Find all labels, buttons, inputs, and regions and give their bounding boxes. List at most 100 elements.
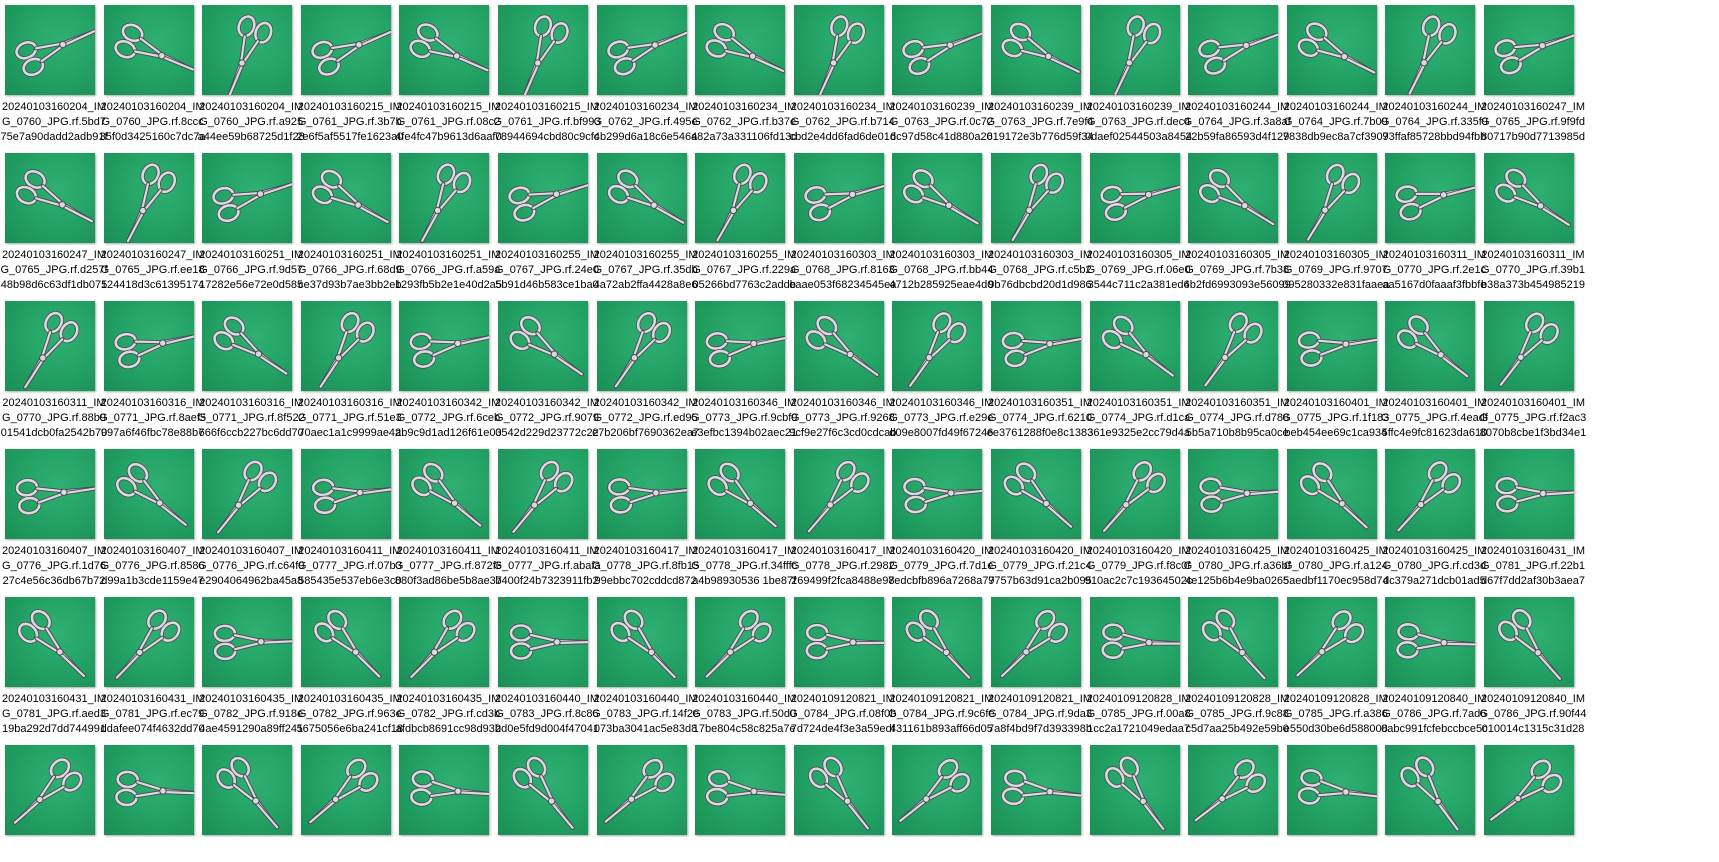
file-thumbnail[interactable] [793, 153, 884, 243]
file-thumbnail[interactable] [1484, 449, 1574, 539]
file-item[interactable] [1085, 740, 1193, 862]
file-thumbnail[interactable] [103, 153, 194, 243]
file-thumbnail[interactable] [695, 5, 786, 95]
file-thumbnail[interactable] [1484, 153, 1574, 243]
file-thumbnail[interactable] [1286, 745, 1377, 835]
file-item[interactable]: 20240103160239_IMG_0763_JPG.rf.7e9f40191… [986, 0, 1094, 162]
file-item[interactable]: 20240103160244_IMG_0764_JPG.rf.335f993ff… [1380, 0, 1488, 162]
file-thumbnail[interactable] [1385, 745, 1476, 835]
file-item[interactable]: 20240103160255_IMG_0767_JPG.rf.229a05266… [690, 148, 798, 310]
file-item[interactable]: 20240103160255_IMG_0767_JPG.rf.35db4a72a… [592, 148, 700, 310]
file-item[interactable]: 20240103160411_IMG_0777_JPG.rf.07b358543… [296, 444, 404, 606]
file-item[interactable]: 20240103160407_IMG_0776_JPG.rf.c64f9e290… [197, 444, 305, 606]
file-thumbnail[interactable] [399, 153, 490, 243]
file-thumbnail[interactable] [202, 745, 293, 835]
file-item[interactable] [0, 740, 108, 862]
file-thumbnail[interactable] [103, 745, 194, 835]
file-item[interactable]: 20240103160204_IMG_0760_JPG.rf.5bd775e7a… [0, 0, 108, 162]
file-item[interactable]: 20240103160247_IMG_0765_JPG.rf.d257f48b9… [0, 148, 108, 310]
file-thumbnail[interactable] [793, 301, 884, 391]
file-item[interactable]: 20240103160342_IMG_0772_JPG.rf.6cebab9c9… [394, 296, 502, 458]
file-thumbnail[interactable] [300, 153, 391, 243]
file-item[interactable]: 20240103160247_IMG_0765_JPG.rf.ee1812441… [99, 148, 207, 310]
file-item[interactable]: 20240103160431_IMG_0781_JPG.rf.22b1d67f7… [1479, 444, 1587, 606]
file-thumbnail[interactable] [1089, 301, 1180, 391]
file-thumbnail[interactable] [202, 153, 293, 243]
file-item[interactable]: 20240103160251_IMG_0766_JPG.rf.a59a1293f… [394, 148, 502, 310]
file-item[interactable]: 20240103160417_IMG_0778_JPG.rf.298226949… [789, 444, 897, 606]
file-item[interactable]: 20240103160407_IMG_0776_JPG.rf.1d7627c4e… [0, 444, 108, 606]
file-item[interactable]: 20240103160440_IMG_0783_JPG.rf.14f2e073b… [592, 592, 700, 754]
file-item[interactable] [986, 740, 1094, 862]
file-item[interactable]: 20240103160420_IMG_0779_JPG.rf.7d1e7edcb… [887, 444, 995, 606]
file-item[interactable]: 20240103160407_IMG_0776_JPG.rf.8586d99a1… [99, 444, 207, 606]
file-item[interactable]: 20240103160204_IMG_0760_JPG.rf.a925a44ee… [197, 0, 305, 162]
file-thumbnail[interactable] [1188, 449, 1279, 539]
file-item[interactable]: 20240103160420_IMG_0779_JPG.rf.21c49757b… [986, 444, 1094, 606]
file-thumbnail[interactable] [1385, 5, 1476, 95]
file-thumbnail[interactable] [596, 745, 687, 835]
file-thumbnail[interactable] [695, 597, 786, 687]
file-thumbnail[interactable] [1089, 5, 1180, 95]
file-item[interactable]: 20240103160311_IMG_0770_JPG.rf.2e1caa516… [1380, 148, 1488, 310]
file-item[interactable]: 20240103160305_IMG_0769_JPG.rf.06e03544c… [1085, 148, 1193, 310]
file-thumbnail[interactable] [991, 745, 1081, 835]
file-item[interactable]: 20240103160204_IMG_0760_JPG.rf.8ccc35f0d… [99, 0, 207, 162]
file-thumbnail[interactable] [695, 153, 786, 243]
file-thumbnail[interactable] [1089, 449, 1180, 539]
file-thumbnail[interactable] [991, 5, 1081, 95]
file-item[interactable] [493, 740, 601, 862]
file-thumbnail[interactable] [1484, 597, 1574, 687]
file-item[interactable]: 20240103160316_IMG_0771_JPG.rf.51e370aec… [296, 296, 404, 458]
file-thumbnail[interactable] [498, 597, 588, 687]
file-thumbnail[interactable] [1089, 597, 1180, 687]
file-thumbnail[interactable] [1188, 301, 1279, 391]
file-item[interactable]: 20240103160440_IMG_0783_JPG.rf.50d017be8… [690, 592, 798, 754]
file-thumbnail[interactable] [498, 745, 588, 835]
file-item[interactable]: 20240103160239_IMG_0763_JPG.rf.dec40daef… [1085, 0, 1193, 162]
file-item[interactable]: 20240103160255_IMG_0767_JPG.rf.24e05b91d… [493, 148, 601, 310]
file-thumbnail[interactable] [1385, 301, 1476, 391]
file-thumbnail[interactable] [300, 5, 391, 95]
file-item[interactable]: 20240103160303_IMG_0768_JPG.rf.8163eaae0… [789, 148, 897, 310]
file-item[interactable]: 20240103160440_IMG_0783_JPG.rf.8c862d0e5… [493, 592, 601, 754]
file-thumbnail[interactable] [1286, 5, 1377, 95]
file-thumbnail[interactable] [399, 5, 490, 95]
file-item[interactable] [197, 740, 305, 862]
file-item[interactable]: 20240103160435_IMG_0782_JPG.rf.963e56750… [296, 592, 404, 754]
file-item[interactable]: 20240103160303_IMG_0768_JPG.rf.bb444712b… [887, 148, 995, 310]
file-thumbnail[interactable] [103, 5, 194, 95]
file-thumbnail[interactable] [892, 449, 983, 539]
file-item[interactable]: 20240103160401_IMG_0775_JPG.rf.4eadf5ffc… [1380, 296, 1488, 458]
file-item[interactable]: 20240103160425_IMG_0780_JPG.rf.cd3ddc379… [1380, 444, 1488, 606]
file-thumbnail[interactable] [300, 301, 391, 391]
file-thumbnail[interactable] [399, 301, 490, 391]
file-item[interactable] [1380, 740, 1488, 862]
file-item[interactable] [690, 740, 798, 862]
file-thumbnail[interactable] [892, 301, 983, 391]
file-item[interactable] [99, 740, 207, 862]
file-thumbnail[interactable] [1385, 597, 1476, 687]
file-thumbnail[interactable] [695, 745, 786, 835]
file-item[interactable] [887, 740, 995, 862]
file-thumbnail[interactable] [892, 5, 983, 95]
file-item[interactable]: 20240103160244_IMG_0764_JPG.rf.3a8af22b5… [1183, 0, 1291, 162]
file-thumbnail[interactable] [991, 153, 1081, 243]
file-item[interactable]: 20240103160342_IMG_0772_JPG.rf.90790542d… [493, 296, 601, 458]
file-thumbnail[interactable] [5, 449, 95, 539]
file-thumbnail[interactable] [793, 745, 884, 835]
file-item[interactable]: 20240109120828_IMG_0785_JPG.rf.9c88c5d7a… [1183, 592, 1291, 754]
file-item[interactable]: 20240103160305_IMG_0769_JPG.rf.7b384b2fd… [1183, 148, 1291, 310]
file-thumbnail[interactable] [1385, 449, 1476, 539]
file-item[interactable]: 20240103160346_IMG_0773_JPG.rf.e29ed09e8… [887, 296, 995, 458]
file-thumbnail[interactable] [596, 301, 687, 391]
file-thumbnail[interactable] [695, 301, 786, 391]
file-item[interactable]: 20240103160303_IMG_0768_JPG.rf.c5b29b76d… [986, 148, 1094, 310]
file-item[interactable]: 20240109120828_IMG_0785_JPG.rf.00a81cc2a… [1085, 592, 1193, 754]
file-thumbnail[interactable] [991, 449, 1081, 539]
file-thumbnail[interactable] [892, 153, 983, 243]
file-item[interactable]: 20240103160431_IMG_0781_JPG.rf.aed319ba2… [0, 592, 108, 754]
file-thumbnail[interactable] [498, 449, 588, 539]
file-thumbnail[interactable] [596, 449, 687, 539]
file-item[interactable]: 20240103160401_IMG_0775_JPG.rf.1f183beb4… [1282, 296, 1390, 458]
